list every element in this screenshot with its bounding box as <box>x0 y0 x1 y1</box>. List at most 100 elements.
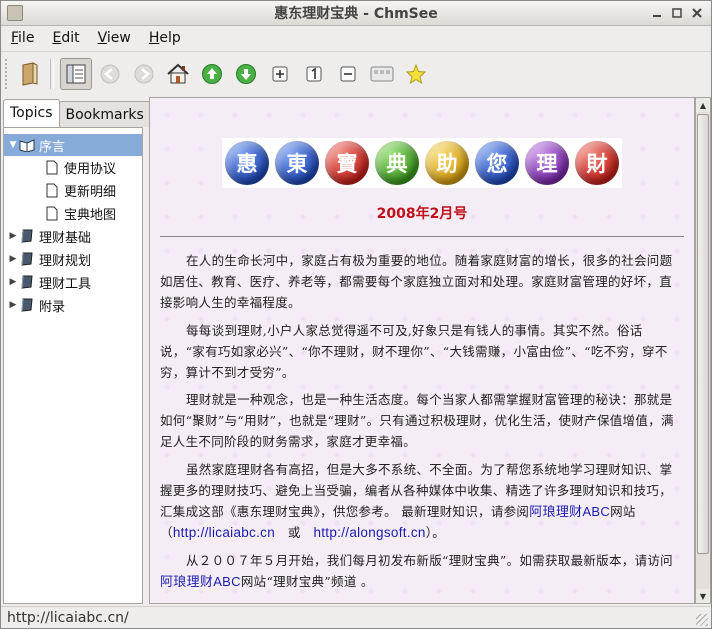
page-icon <box>44 182 60 198</box>
topics-tree: ▼ 序言 使用协议 更新明细 宝典地图 ▶ 理财基础 ▶ 理财规划 ▶ 理财工具… <box>3 127 143 604</box>
toolbar-separator <box>50 59 54 89</box>
divider <box>160 236 684 237</box>
fullscreen-button[interactable] <box>366 58 398 90</box>
closed-book-icon <box>19 228 35 244</box>
zoom-out-icon <box>340 66 356 82</box>
menu-help-label: Help <box>148 30 181 46</box>
tree-item-label: 理财规划 <box>39 253 92 269</box>
title-bar: 惠东理财宝典 - ChmSee <box>1 1 711 26</box>
forward-button[interactable] <box>128 58 160 90</box>
tree-item-appendix[interactable]: ▶ 附录 <box>4 294 142 316</box>
zoom-in-icon <box>272 66 288 82</box>
paragraph-4: 虽然家庭理财各有高招，但是大多不系统、不全面。为了帮您系统地学习理财知识、掌握更… <box>160 459 684 543</box>
window-title: 惠东理财宝典 - ChmSee <box>274 6 438 22</box>
tree-item-label: 理财基础 <box>39 230 92 246</box>
banner-logo: 惠 東 寶 典 助 您 理 財 <box>222 138 622 188</box>
forward-icon <box>134 64 154 84</box>
paren-close: ）。 <box>425 525 446 540</box>
alang-link-label: 阿琅理财 <box>160 574 214 589</box>
zoom-out-button[interactable] <box>332 58 364 90</box>
minimize-icon[interactable] <box>649 5 665 20</box>
fullscreen-icon <box>370 66 394 82</box>
menu-file[interactable]: File <box>1 26 42 50</box>
tree-item-usage-agreement[interactable]: 使用协议 <box>4 156 142 178</box>
page-icon <box>44 159 60 175</box>
bookmark-button[interactable] <box>400 58 432 90</box>
tree-item-basics[interactable]: ▶ 理财基础 <box>4 225 142 247</box>
alang-link[interactable]: 阿琅理财ABC <box>529 504 610 519</box>
home-icon <box>167 63 189 84</box>
alang-link-label: 阿琅理财 <box>529 504 583 519</box>
closed-book-icon <box>19 274 35 290</box>
expander-expanded-icon[interactable]: ▼ <box>7 140 19 150</box>
expander-collapsed-icon[interactable]: ▶ <box>7 254 19 264</box>
paragraph-1: 在人的生命长河中，家庭占有极为重要的地位。随着家庭财富的增长，很多的社会问题如居… <box>160 253 673 310</box>
tree-item-preface[interactable]: ▼ 序言 <box>4 134 142 156</box>
menu-file-label: File <box>11 30 35 46</box>
close-icon[interactable] <box>689 5 705 20</box>
tree-item-tools[interactable]: ▶ 理财工具 <box>4 271 142 293</box>
tree-item-map[interactable]: 宝典地图 <box>4 202 142 224</box>
scroll-thumb[interactable] <box>697 114 709 554</box>
banner-ball: 惠 <box>225 141 269 185</box>
tree-item-label: 使用协议 <box>64 161 117 177</box>
tab-topics[interactable]: Topics <box>3 99 60 127</box>
banner-ball: 典 <box>375 141 419 185</box>
paragraph-3: 理财就是一种观念，也是一种生活态度。每个当家人都需掌握财富管理的秘诀：那就是如何… <box>160 392 674 449</box>
content-view[interactable]: 惠 東 寶 典 助 您 理 財 2008年2月号 在人的生命长河中，家庭占有极为… <box>149 97 695 604</box>
tree-item-planning[interactable]: ▶ 理财规划 <box>4 248 142 270</box>
tree-item-label: 序言 <box>39 139 66 155</box>
back-button[interactable] <box>94 58 126 90</box>
alang-link-2[interactable]: 阿琅理财ABC <box>160 574 241 589</box>
sidebar-toggle-icon <box>66 64 86 84</box>
licaiabc-link[interactable]: http://licaiabc.cn <box>173 525 275 540</box>
tree-item-label: 宝典地图 <box>64 207 117 223</box>
zoom-in-button[interactable] <box>264 58 296 90</box>
next-page-icon <box>236 64 256 84</box>
closed-book-icon <box>19 297 35 313</box>
tree-item-label: 更新明细 <box>64 184 117 200</box>
paragraph-5-text: 从２００７年５月开始，我们每月初发布新版“理财宝典”。如需获取最新版本，请访问 <box>186 553 673 568</box>
menu-help[interactable]: Help <box>139 26 189 50</box>
scroll-up-icon[interactable]: ▲ <box>696 98 710 112</box>
or-text: 或 <box>287 525 301 540</box>
toolbar <box>1 51 711 96</box>
open-book-button[interactable] <box>14 58 46 90</box>
banner-ball: 寶 <box>325 141 369 185</box>
expander-collapsed-icon[interactable]: ▶ <box>7 231 19 241</box>
menu-edit[interactable]: Edit <box>42 26 87 50</box>
toolbar-handle[interactable] <box>5 59 12 89</box>
previous-page-button[interactable] <box>196 58 228 90</box>
page-icon <box>44 205 60 221</box>
status-bar: http://licaiabc.cn/ <box>1 606 711 628</box>
app-window: 惠东理财宝典 - ChmSee File Edit View Help Topi… <box>0 0 712 629</box>
paragraph-2: 每每谈到理财,小户人家总觉得遥不可及,好象只是有钱人的事情。其实不然。俗话说，“… <box>160 323 668 380</box>
content-scrollbar[interactable]: ▲ ▼ <box>695 97 711 604</box>
banner-ball: 助 <box>425 141 469 185</box>
paragraph-5: 从２００７年５月开始，我们每月初发布新版“理财宝典”。如需获取最新版本，请访问阿… <box>160 550 684 592</box>
next-page-button[interactable] <box>230 58 262 90</box>
tab-bookmarks[interactable]: Bookmarks <box>58 101 151 127</box>
expander-collapsed-icon[interactable]: ▶ <box>7 300 19 310</box>
closed-book-icon <box>19 251 35 267</box>
maximize-icon[interactable] <box>669 5 685 20</box>
scroll-down-icon[interactable]: ▼ <box>696 589 710 603</box>
home-button[interactable] <box>162 58 194 90</box>
banner-ball: 您 <box>475 141 519 185</box>
menu-view-label: View <box>97 30 131 46</box>
sidebar-toggle-button[interactable] <box>60 58 92 90</box>
alongsoft-link[interactable]: http://alongsoft.cn <box>313 525 425 540</box>
menu-view[interactable]: View <box>88 26 139 50</box>
banner-ball: 理 <box>525 141 569 185</box>
resize-grip-icon[interactable] <box>696 614 708 626</box>
menu-edit-label: Edit <box>52 30 80 46</box>
status-text: http://licaiabc.cn/ <box>7 609 129 626</box>
tree-item-changelog[interactable]: 更新明细 <box>4 179 142 201</box>
banner-ball: 財 <box>575 141 619 185</box>
banner-ball: 東 <box>275 141 319 185</box>
tab-bookmarks-label: Bookmarks <box>65 107 144 123</box>
tree-item-label: 附录 <box>39 299 66 315</box>
open-book-icon <box>22 62 38 86</box>
zoom-reset-button[interactable] <box>298 58 330 90</box>
expander-collapsed-icon[interactable]: ▶ <box>7 277 19 287</box>
